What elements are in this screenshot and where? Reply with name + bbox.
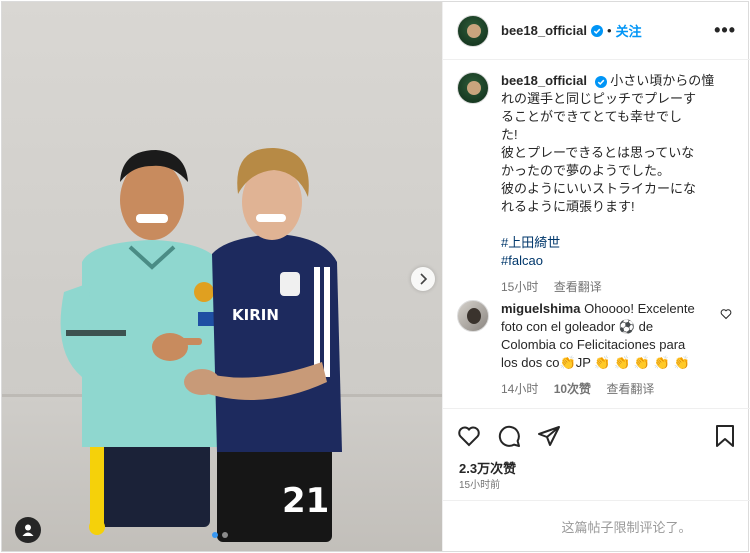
post-side-panel: bee18_official • 关注 ••• bee18_official 小…: [442, 2, 750, 551]
svg-text:KIRIN: KIRIN: [232, 306, 279, 324]
post-photo[interactable]: 21 KIRIN: [2, 2, 442, 551]
verified-badge-icon: [591, 24, 603, 37]
caption-line: 彼とプレーできるとは思っていな: [501, 145, 695, 160]
comment-translate-button[interactable]: 查看翻译: [606, 382, 654, 396]
players-illustration: 21 KIRIN: [60, 147, 342, 542]
author-avatar[interactable]: [457, 14, 489, 47]
commenter-username[interactable]: miguelshima: [501, 301, 580, 316]
caption-line: かったので夢のようでした。: [501, 163, 671, 178]
bookmark-icon: [716, 424, 734, 447]
caption-meta: 15小时 查看翻译: [501, 278, 723, 296]
follow-button[interactable]: 关注: [616, 21, 642, 40]
post-timestamp[interactable]: 15小时前: [459, 476, 500, 491]
action-bar: [443, 408, 750, 462]
caption-author-avatar[interactable]: [457, 72, 489, 104]
user-icon: [22, 524, 34, 536]
caption-username[interactable]: bee18_official: [501, 73, 587, 88]
comment-line: los dos co👏JP 👏 👏 👏 👏 👏: [501, 355, 690, 370]
comment-body: miguelshima Ohoooo! Excelente foto con e…: [501, 300, 723, 398]
comment-line: Colombia co Felicitaciones para: [501, 337, 686, 352]
caption-line: 小さい頃からの憧: [610, 73, 715, 88]
comment-item: miguelshima Ohoooo! Excelente foto con e…: [457, 300, 736, 398]
comments-limited-notice: 这篇帖子限制评论了。: [443, 500, 750, 551]
chevron-right-icon: [420, 273, 428, 285]
comment-meta: 14小时 10次赞 查看翻译: [501, 380, 723, 398]
tagged-users-button[interactable]: [15, 517, 41, 543]
like-button[interactable]: [457, 424, 481, 448]
caption-line: 彼のようにいいストライカーにな: [501, 181, 697, 196]
likes-count[interactable]: 2.3万次赞: [459, 458, 516, 477]
comment-line: Ohoooo! Excelente: [584, 301, 695, 316]
heart-icon: [458, 426, 480, 446]
comment-likes[interactable]: 10次赞: [554, 382, 591, 396]
save-button[interactable]: [714, 424, 736, 448]
next-image-button[interactable]: [411, 267, 435, 291]
paper-plane-icon: [538, 425, 560, 446]
carousel-dot: [212, 532, 218, 538]
caption-line: ることができてとても幸せでし: [501, 109, 682, 124]
more-options-button[interactable]: •••: [714, 20, 736, 41]
caption-line: た!: [501, 127, 518, 142]
carousel-indicator: [212, 532, 228, 538]
comment-line: foto con el goleador ⚽ de: [501, 319, 654, 334]
svg-text:21: 21: [282, 481, 329, 521]
post-header: bee18_official • 关注 •••: [443, 2, 750, 60]
post-caption: bee18_official 小さい頃からの憧 れの選手と同じピッチでプレーす …: [457, 72, 736, 296]
comment-time[interactable]: 14小时: [501, 382, 538, 396]
comment-bubble-icon: [498, 425, 520, 447]
hashtag-link[interactable]: #falcao: [501, 252, 723, 270]
hashtag-link[interactable]: #上田綺世: [501, 234, 723, 252]
author-username[interactable]: bee18_official: [501, 23, 587, 38]
carousel-dot: [222, 532, 228, 538]
caption-line: れの選手と同じピッチでプレーす: [501, 91, 697, 106]
caption-line: れるように頑張ります!: [501, 199, 635, 214]
caption-time[interactable]: 15小时: [501, 280, 538, 294]
post-dialog: 21 KIRIN bee18_official • 关注 ••• bee18_o…: [1, 1, 750, 552]
translate-button[interactable]: 查看翻译: [554, 280, 602, 294]
caption-body: bee18_official 小さい頃からの憧 れの選手と同じピッチでプレーす …: [501, 72, 723, 296]
header-separator: •: [607, 23, 612, 38]
share-button[interactable]: [537, 424, 561, 448]
comment-like-heart-icon[interactable]: [720, 308, 732, 320]
comment-button[interactable]: [497, 424, 521, 448]
verified-badge-icon: [594, 75, 607, 88]
commenter-avatar[interactable]: [457, 300, 489, 332]
